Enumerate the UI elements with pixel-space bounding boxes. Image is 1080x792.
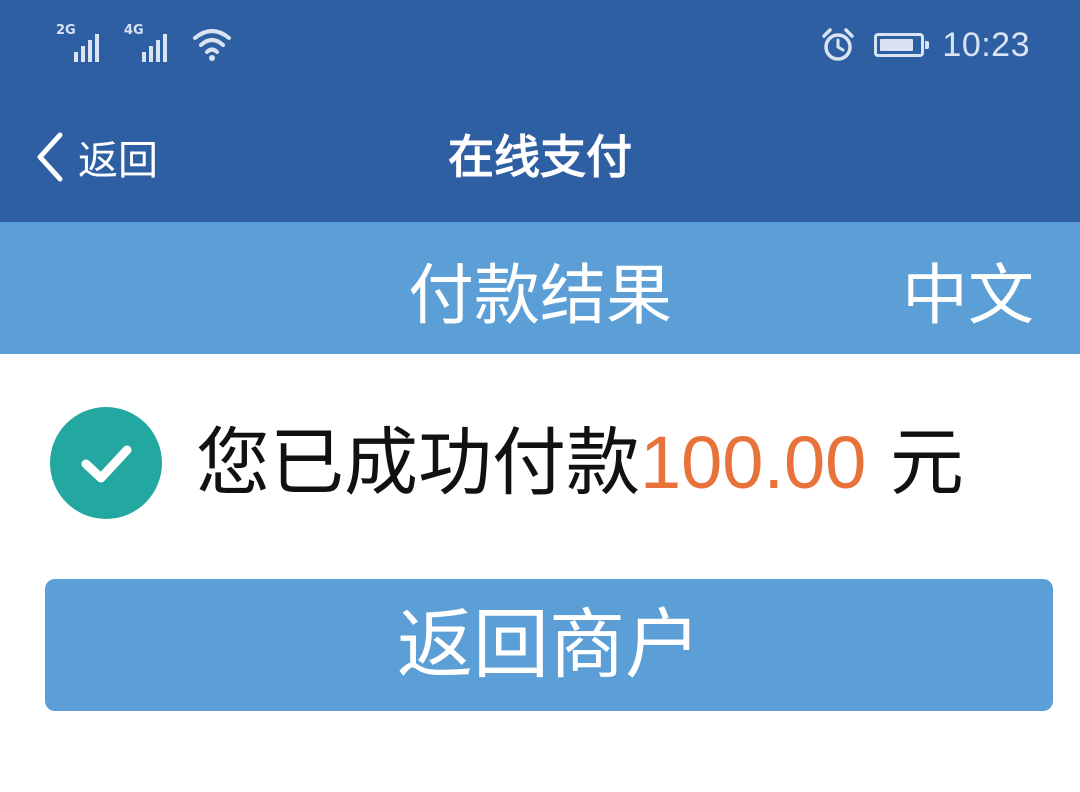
page-title: 在线支付 [448, 130, 632, 184]
language-toggle[interactable]: 中文 [902, 260, 1034, 332]
signal-icon: 4G [124, 24, 178, 62]
currency-suffix: 元 [889, 419, 964, 506]
network-type-label: 2G [56, 23, 76, 38]
status-icons-left: 2G 4G [56, 22, 232, 62]
status-time: 10:23 [942, 25, 1030, 64]
check-circle-icon [50, 406, 162, 519]
result-message: 您已成功付款100.00 元 [196, 419, 964, 506]
payment-result: 您已成功付款100.00 元 [50, 405, 964, 520]
navigation-bar: 返回 在线支付 [0, 95, 1080, 222]
battery-level-fill [880, 39, 913, 51]
status-icons-right: 10:23 [820, 22, 1030, 68]
result-message-prefix: 您已成功付款 [196, 419, 640, 506]
wifi-icon [193, 29, 231, 61]
signal-icon: 2G [56, 24, 110, 62]
alarm-icon [822, 28, 855, 61]
status-bar: 2G 4G 10:23 [0, 0, 1080, 95]
payment-amount: 100.00 [640, 420, 867, 504]
network-type-label: 4G [124, 23, 144, 38]
section-header: 付款结果 中文 [0, 222, 1080, 354]
battery-icon [874, 33, 930, 57]
return-to-merchant-button[interactable]: 返回商户 [45, 579, 1053, 711]
